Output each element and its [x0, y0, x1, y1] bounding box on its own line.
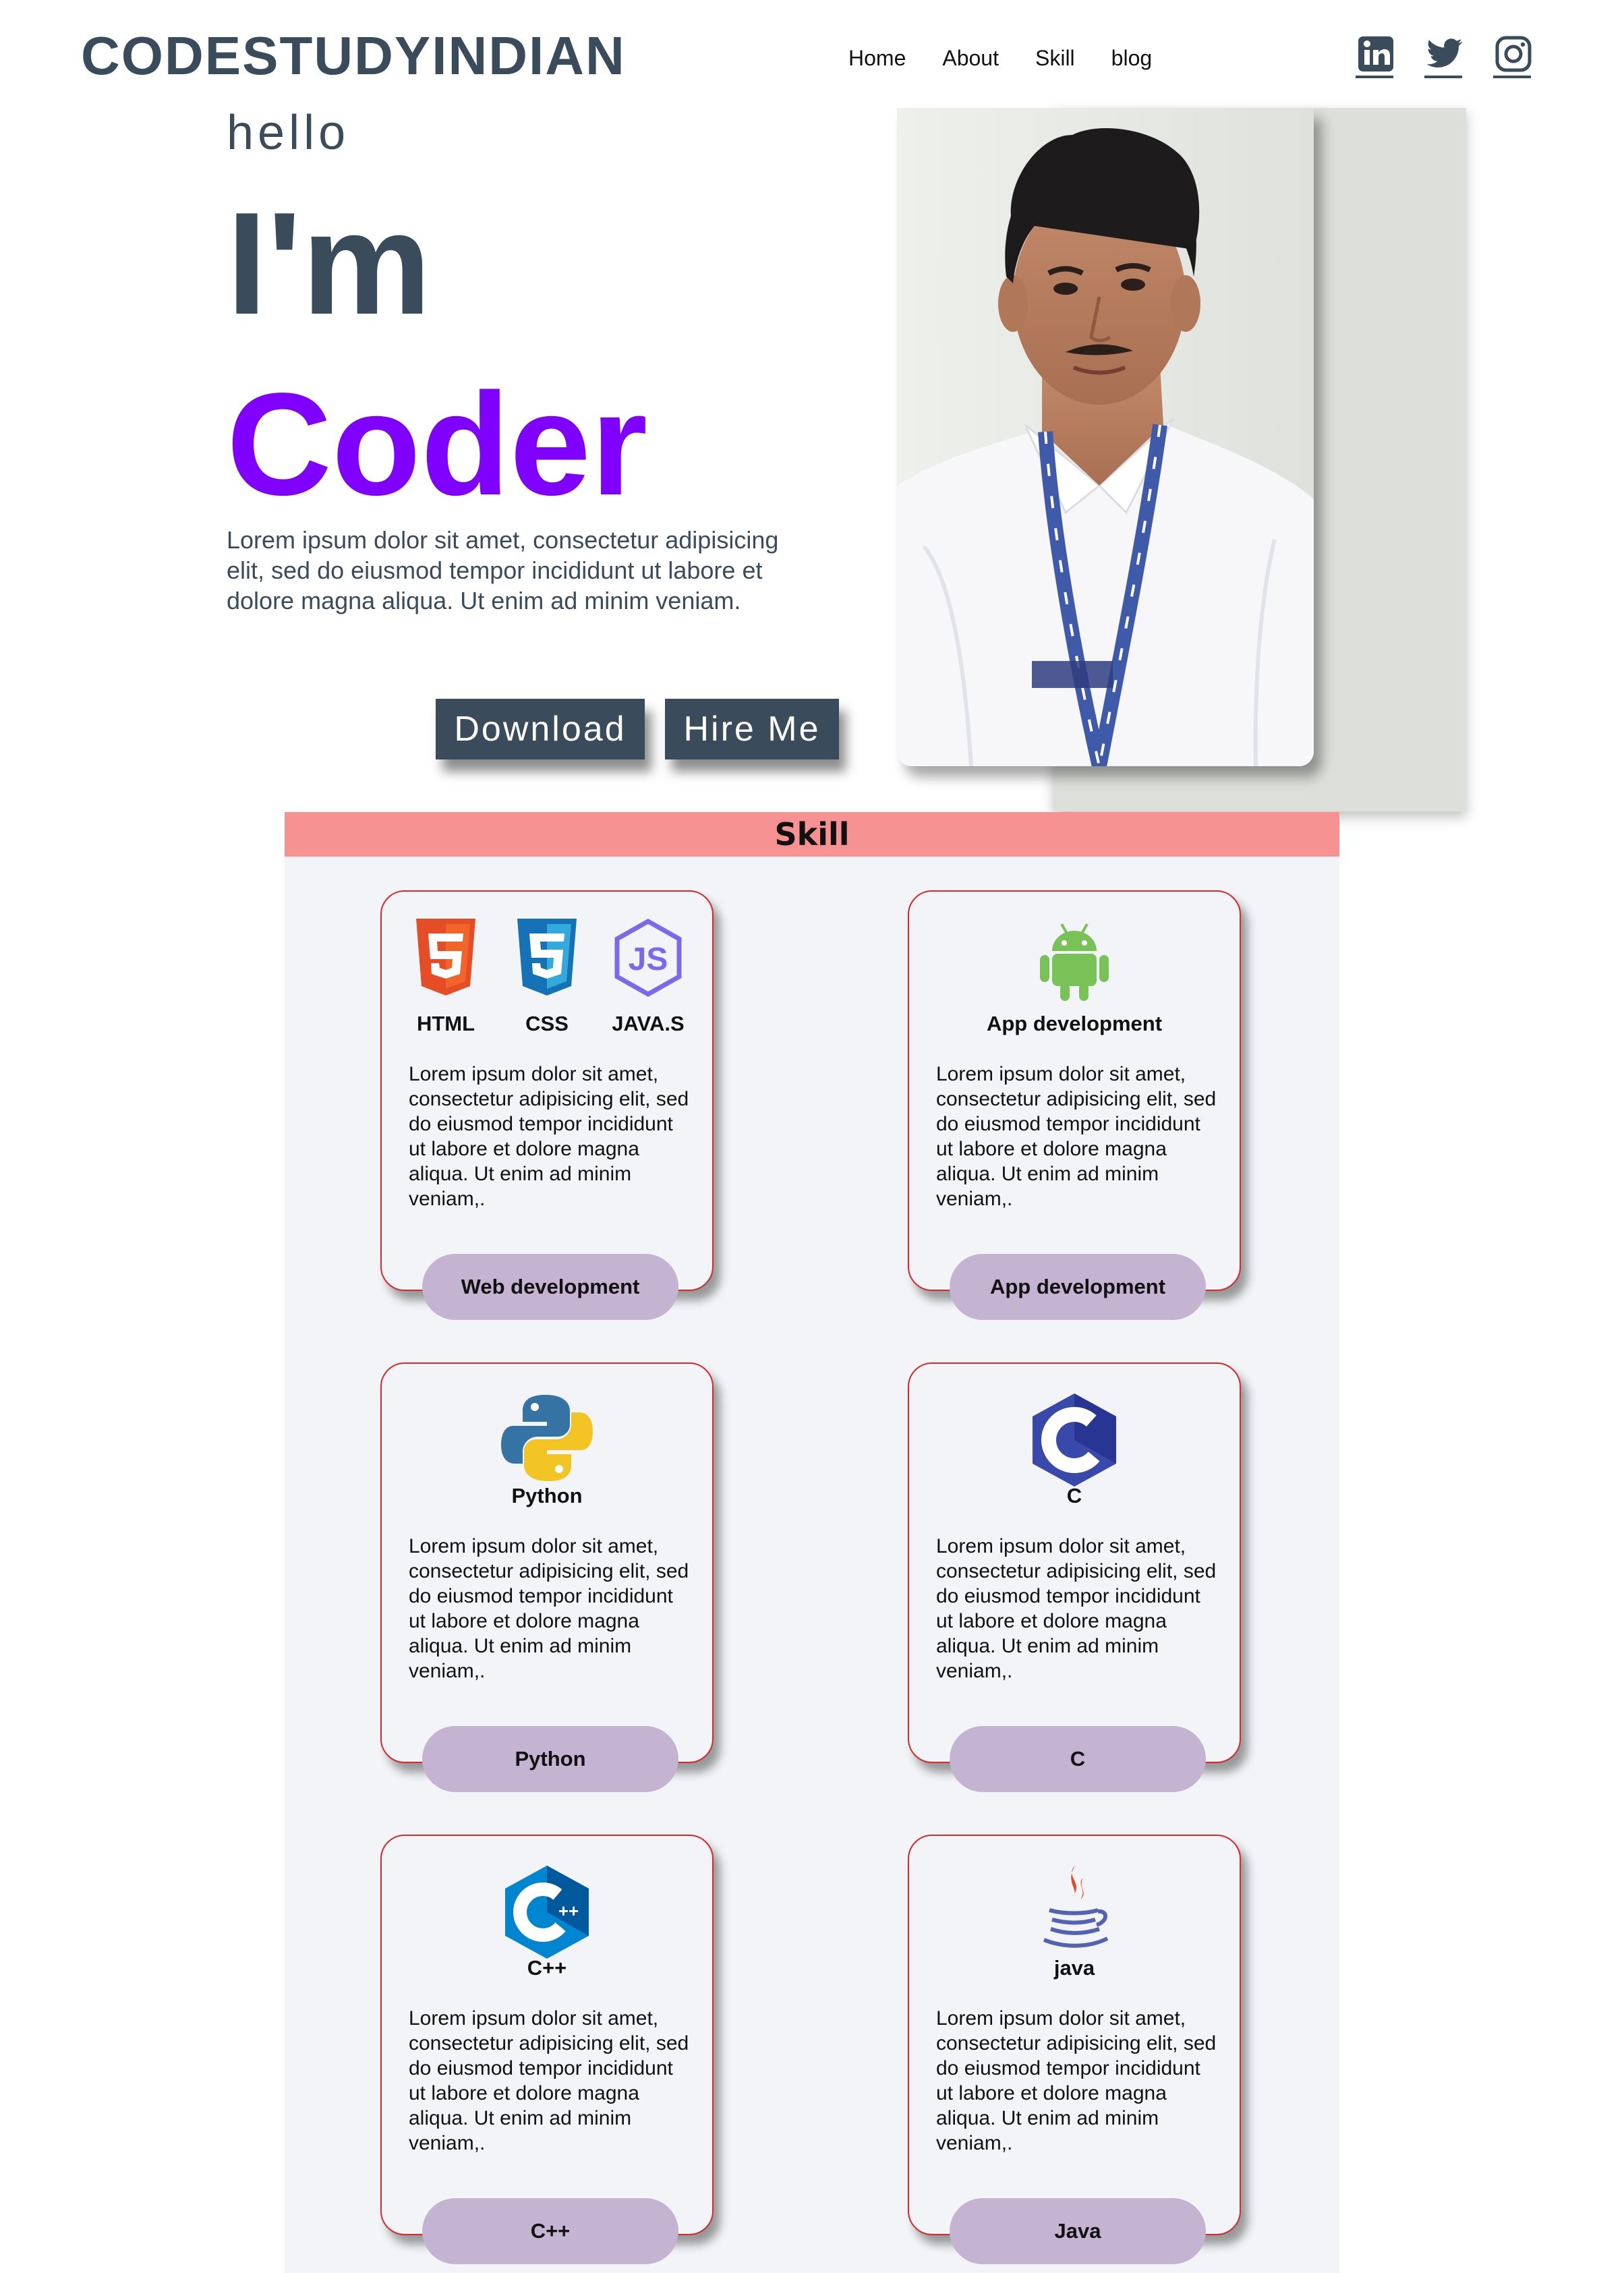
- cpp-button[interactable]: C++: [422, 2198, 678, 2264]
- svg-text:++: ++: [558, 1901, 579, 1921]
- java-icon: [1037, 1863, 1111, 1948]
- nav-about[interactable]: About: [942, 45, 999, 71]
- card-label-c: C: [1066, 1484, 1082, 1507]
- card-label-java: java: [1053, 1956, 1095, 1980]
- card-icons: [382, 1391, 712, 1481]
- skill-heading: Skill: [774, 816, 850, 853]
- main-nav: Home About Skill blog: [848, 45, 1188, 71]
- linkedin-icon[interactable]: [1356, 34, 1396, 78]
- download-button[interactable]: Download: [436, 699, 645, 759]
- card-label-app-development: App development: [986, 1012, 1163, 1035]
- nav-skill[interactable]: Skill: [1035, 45, 1075, 71]
- card-label-javascript: JAVA.S: [612, 1012, 685, 1035]
- site-logo[interactable]: CODESTUDYINDIAN: [81, 26, 626, 86]
- skill-card-web: JS HTML CSS JAVA.S Lorem ipsum dolor sit…: [380, 890, 714, 1320]
- card-label-python: Python: [511, 1484, 583, 1507]
- card-description: Lorem ipsum dolor sit amet, consectetur …: [936, 1063, 1217, 1210]
- cpp-icon: ++: [501, 1863, 593, 1959]
- card-icons: [909, 919, 1240, 1001]
- skill-card-java: java Lorem ipsum dolor sit amet, consect…: [908, 1835, 1241, 2264]
- card-label-css: CSS: [525, 1012, 569, 1035]
- social-links: [1356, 34, 1562, 78]
- skill-header: Skill: [285, 812, 1339, 857]
- card-icons: ++: [382, 1863, 712, 1959]
- nav-home[interactable]: Home: [848, 45, 906, 71]
- card-description: Lorem ipsum dolor sit amet, consectetur …: [409, 1535, 689, 1682]
- c-language-icon: [1028, 1391, 1120, 1487]
- card-label-cpp: C++: [527, 1956, 567, 1980]
- javascript-icon: JS: [598, 919, 699, 1000]
- hero-title-line2: Coder: [227, 362, 648, 525]
- java-button[interactable]: Java: [950, 2198, 1206, 2264]
- html5-icon: [395, 919, 496, 1000]
- python-button[interactable]: Python: [422, 1726, 678, 1792]
- card-labels: C: [909, 1484, 1240, 1508]
- card-icons: [909, 1391, 1240, 1487]
- css3-icon: [496, 919, 598, 1000]
- android-icon: [1037, 919, 1111, 1001]
- card-description: Lorem ipsum dolor sit amet, consectetur …: [936, 2007, 1217, 2154]
- hire-me-button[interactable]: Hire Me: [665, 699, 839, 759]
- skill-card-c: C Lorem ipsum dolor sit amet, consectetu…: [908, 1362, 1241, 1792]
- skill-card-python: Python Lorem ipsum dolor sit amet, conse…: [380, 1362, 714, 1792]
- skill-card-cpp: ++ C++ Lorem ipsum dolor sit amet, conse…: [380, 1835, 714, 2264]
- hero-greeting: hello: [227, 106, 350, 160]
- card-description: Lorem ipsum dolor sit amet, consectetur …: [409, 2007, 689, 2154]
- card-labels: App development: [909, 1012, 1240, 1036]
- c-button[interactable]: C: [950, 1726, 1206, 1792]
- card-description: Lorem ipsum dolor sit amet, consectetur …: [409, 1063, 689, 1210]
- card-description: Lorem ipsum dolor sit amet, consectetur …: [936, 1535, 1217, 1682]
- nav-blog[interactable]: blog: [1111, 45, 1153, 71]
- svg-text:JS: JS: [629, 942, 668, 977]
- card-labels: HTML CSS JAVA.S: [382, 1012, 712, 1036]
- app-development-button[interactable]: App development: [950, 1254, 1206, 1320]
- python-icon: [500, 1391, 594, 1481]
- instagram-icon[interactable]: [1493, 34, 1534, 78]
- card-label-html: HTML: [416, 1012, 475, 1035]
- twitter-icon[interactable]: [1424, 34, 1465, 78]
- card-labels: java: [909, 1956, 1240, 1980]
- card-labels: Python: [382, 1484, 712, 1508]
- card-labels: C++: [382, 1956, 712, 1980]
- profile-photo: [897, 108, 1314, 766]
- web-development-button[interactable]: Web development: [422, 1254, 678, 1320]
- hero-intro-text: Lorem ipsum dolor sit amet, consectetur …: [227, 526, 779, 614]
- card-icons: [909, 1863, 1240, 1948]
- hero-title-line1: I'm: [227, 181, 432, 345]
- skill-card-app: App development Lorem ipsum dolor sit am…: [908, 890, 1241, 1320]
- card-icons: JS: [382, 919, 712, 1000]
